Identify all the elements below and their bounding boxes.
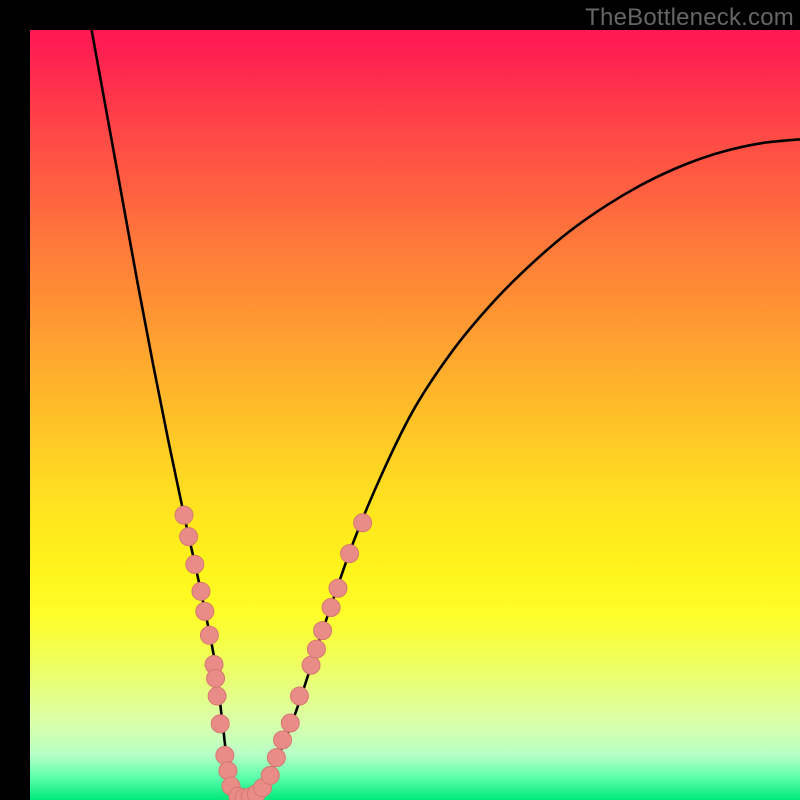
curve-marker — [211, 715, 229, 733]
curve-marker — [354, 514, 372, 532]
curve-markers — [175, 506, 372, 800]
curve-marker — [267, 749, 285, 767]
curve-marker — [322, 599, 340, 617]
curve-marker — [175, 506, 193, 524]
curve-marker — [192, 582, 210, 600]
plot-area — [30, 30, 800, 800]
chart-frame: TheBottleneck.com — [0, 0, 800, 800]
curve-marker — [291, 687, 309, 705]
curve-marker — [200, 626, 218, 644]
curve-marker — [302, 656, 320, 674]
curve-marker — [208, 687, 226, 705]
curve-marker — [261, 766, 279, 784]
curve-marker — [219, 762, 237, 780]
bottleneck-curve — [92, 30, 800, 800]
curve-marker — [196, 602, 214, 620]
curve-marker — [274, 731, 292, 749]
curve-marker — [216, 746, 234, 764]
curve-marker — [281, 714, 299, 732]
curve-marker — [307, 640, 325, 658]
bottleneck-chart — [30, 30, 800, 800]
curve-marker — [341, 545, 359, 563]
curve-marker — [207, 669, 225, 687]
watermark-text: TheBottleneck.com — [585, 4, 794, 32]
curve-marker — [329, 579, 347, 597]
curve-marker — [314, 622, 332, 640]
curve-marker — [186, 555, 204, 573]
curve-marker — [180, 528, 198, 546]
